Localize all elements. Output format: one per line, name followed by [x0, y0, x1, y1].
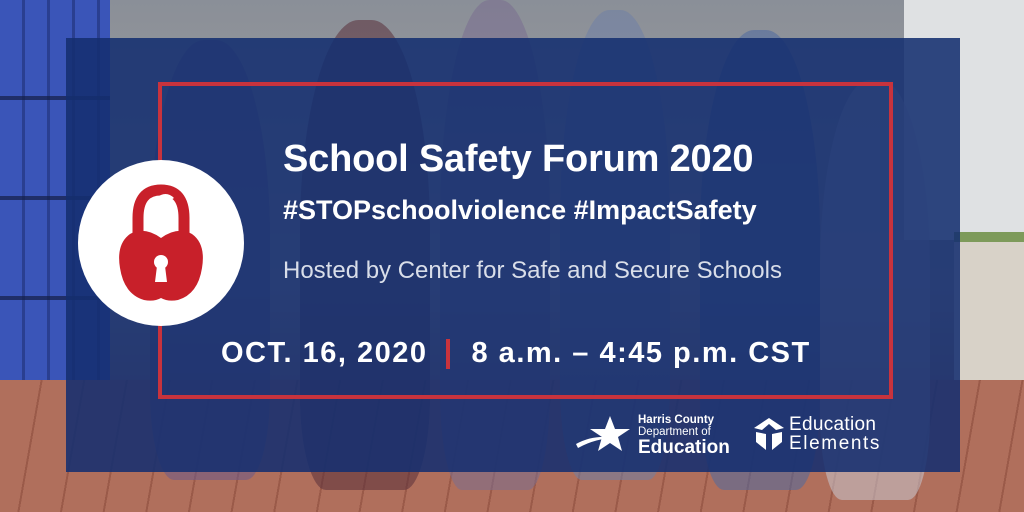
event-date: OCT. 16, 2020 [221, 337, 428, 369]
event-date-time: OCT. 16, 2020 8 a.m. – 4:45 p.m. CST [221, 337, 811, 370]
hcde-line1: Harris County [638, 414, 715, 426]
event-title: School Safety Forum 2020 [283, 138, 754, 180]
lawn [954, 232, 1024, 242]
education-elements-mark-icon [754, 418, 784, 450]
divider [445, 338, 450, 369]
star-swoosh-icon [576, 416, 630, 451]
event-time: 8 a.m. – 4:45 p.m. CST [471, 337, 811, 369]
hcde-line3: Education [638, 437, 730, 458]
event-host: Hosted by Center for Safe and Secure Sch… [283, 257, 782, 284]
education-elements-logo: Education Elements [752, 414, 912, 458]
event-hashtags: #STOPschoolviolence #ImpactSafety [283, 195, 757, 225]
hcde-logo: Harris County Department of Education [576, 414, 736, 458]
lock-badge [78, 160, 244, 326]
ee-line2: Elements [789, 433, 882, 454]
apple-padlock-icon [119, 184, 203, 301]
